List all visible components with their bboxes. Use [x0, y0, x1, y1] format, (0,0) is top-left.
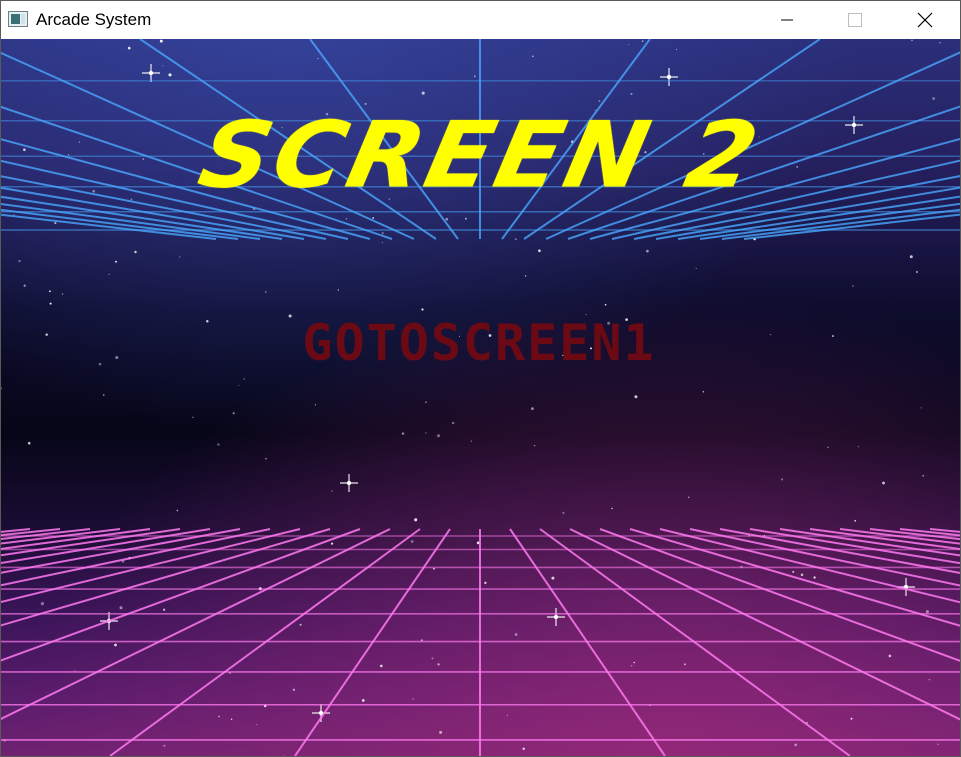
maximize-button[interactable]: [832, 1, 878, 39]
goto-screen1-button[interactable]: GOTOSCREEN1: [239, 315, 719, 371]
game-canvas[interactable]: SCREEN 2 GOTOSCREEN1: [1, 39, 960, 756]
title-bar[interactable]: Arcade System: [1, 1, 960, 39]
maximize-icon: [848, 13, 862, 27]
close-icon: [917, 12, 933, 28]
window-title: Arcade System: [36, 10, 152, 29]
screen-title: SCREEN 2: [190, 101, 771, 209]
app-window: Arcade System SCREEN 2 GOTOSCREEN1: [0, 0, 961, 757]
minimize-icon: [781, 19, 793, 21]
app-window-icon: [8, 11, 28, 27]
minimize-button[interactable]: [764, 1, 810, 39]
close-button[interactable]: [902, 1, 948, 39]
